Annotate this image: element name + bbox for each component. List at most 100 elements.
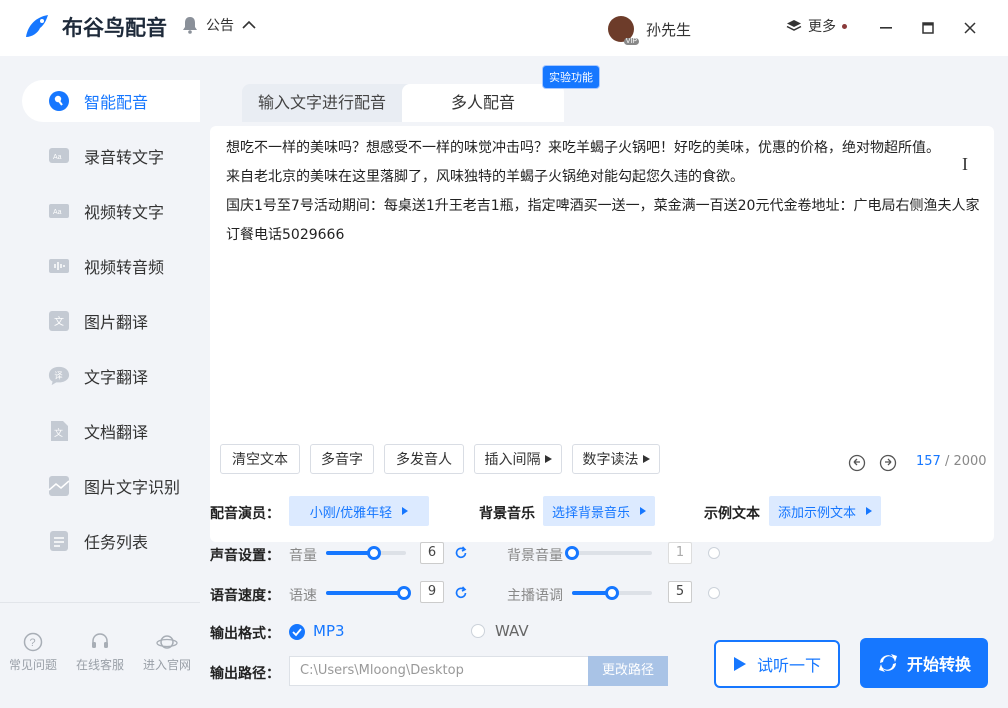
editor-line: 订餐电话5029666: [226, 227, 345, 243]
multi-speaker-label: 多发音人: [396, 452, 452, 468]
insert-pause-label: 插入间隔: [484, 452, 541, 468]
tone-label: 主播语调: [507, 588, 563, 604]
sidebar-item-video-to-text[interactable]: Aa 视频转文字: [22, 190, 200, 232]
sidebar-item-label: 智能配音: [84, 93, 149, 112]
faq-link[interactable]: ? 常见问题: [3, 632, 63, 673]
output-path-input[interactable]: C:\Users\Mloong\Desktop: [289, 656, 589, 686]
text-editor[interactable]: 想吃不一样的美味吗？想感受不一样的味觉冲击吗？来吃羊蝎子火锅吧！好吃的美味，优惠…: [210, 126, 994, 542]
tone-value[interactable]: 5: [668, 581, 692, 603]
app-logo-icon: [26, 15, 48, 37]
play-icon: [733, 657, 746, 671]
char-counter: 157 / 2000: [916, 454, 987, 469]
sidebar-item-image-translate[interactable]: 文 图片翻译: [22, 300, 200, 342]
bg-volume-value[interactable]: 1: [668, 542, 692, 564]
image-translate-icon: 文: [48, 310, 70, 332]
char-count-current: 157: [916, 454, 941, 469]
close-button[interactable]: [956, 14, 984, 42]
volume-slider[interactable]: [326, 546, 406, 560]
bgm-select[interactable]: 选择背景音乐: [543, 496, 655, 526]
speed-slider-fill: [326, 591, 404, 595]
text-cursor-icon: I: [962, 154, 968, 174]
more-label: 更多: [808, 19, 836, 35]
sidebar-item-task-list[interactable]: 任务列表: [22, 520, 200, 562]
reset-volume-icon[interactable]: [454, 546, 468, 560]
sidebar-item-label: 图片翻译: [84, 313, 149, 332]
online-service-link[interactable]: 在线客服: [70, 632, 130, 673]
sidebar-item-doc-translate[interactable]: 文 文档翻译: [22, 410, 200, 452]
preview-listen-button[interactable]: 试听一下: [714, 640, 840, 688]
bg-volume-label: 背景音量: [507, 548, 563, 564]
caret-right-icon: [544, 455, 552, 463]
planet-icon: [156, 635, 178, 649]
bell-icon: [183, 17, 197, 34]
speed-value[interactable]: 9: [420, 581, 444, 603]
sidebar-item-label: 图片文字识别: [84, 478, 181, 497]
multi-speaker-button[interactable]: 多发音人: [384, 444, 464, 474]
sidebar-item-audio-to-text[interactable]: Aa 录音转文字: [22, 135, 200, 177]
chevron-up-icon: [242, 20, 256, 29]
redo-icon[interactable]: [879, 454, 897, 472]
question-icon: ?: [23, 632, 43, 652]
website-link[interactable]: 进入官网: [137, 632, 197, 673]
sidebar-item-label: 录音转文字: [84, 148, 165, 167]
example-text-select[interactable]: 添加示例文本: [769, 496, 881, 526]
mp3-radio[interactable]: [289, 624, 305, 640]
change-path-button[interactable]: 更改路径: [588, 656, 668, 686]
more-menu-button[interactable]: 更多: [786, 16, 847, 36]
speed-slider-knob[interactable]: [397, 586, 411, 600]
wav-radio[interactable]: [471, 624, 485, 638]
speech-speed-label: 语音速度：: [210, 588, 280, 604]
speed-slider[interactable]: [326, 586, 411, 600]
sidebar-item-text-translate[interactable]: 译 文字翻译: [22, 355, 200, 397]
maximize-button[interactable]: [914, 14, 942, 42]
faq-label: 常见问题: [8, 658, 57, 672]
number-read-button[interactable]: 数字读法: [572, 444, 660, 474]
caret-right-icon: [402, 507, 409, 515]
volume-slider-knob[interactable]: [367, 546, 381, 560]
tone-slider-knob[interactable]: [605, 586, 619, 600]
user-profile[interactable]: VIP 孙先生: [608, 16, 692, 45]
caret-right-icon: [866, 507, 872, 515]
sidebar-item-smart-dubbing[interactable]: 智能配音: [22, 80, 200, 122]
insert-pause-button[interactable]: 插入间隔: [474, 444, 562, 474]
svg-text:译: 译: [54, 372, 63, 381]
sidebar: 智能配音 Aa 录音转文字 Aa 视频转文字 视频转音频 文 图片翻译 译 文字…: [0, 56, 200, 708]
bg-volume-slider[interactable]: [565, 546, 652, 560]
undo-icon[interactable]: [848, 454, 866, 472]
editor-line: 想吃不一样的美味吗？想感受不一样的味觉冲击吗？来吃羊蝎子火锅吧！好吃的美味，优惠…: [226, 140, 940, 156]
example-text-value: 添加示例文本: [777, 505, 856, 521]
reset-speed-icon[interactable]: [454, 586, 468, 600]
tab-text-dubbing[interactable]: 输入文字进行配音: [242, 84, 402, 122]
sidebar-item-image-ocr[interactable]: 图片文字识别: [22, 465, 200, 507]
start-convert-button[interactable]: 开始转换: [860, 638, 988, 688]
editor-content[interactable]: 想吃不一样的美味吗？想感受不一样的味觉冲击吗？来吃羊蝎子火锅吧！好吃的美味，优惠…: [226, 134, 982, 250]
sidebar-item-video-to-audio[interactable]: 视频转音频: [22, 245, 200, 287]
image-ocr-icon: [48, 475, 70, 497]
minimize-button[interactable]: [872, 14, 900, 42]
notice-button[interactable]: 公告: [182, 15, 256, 35]
volume-value[interactable]: 6: [420, 542, 444, 564]
wav-label[interactable]: WAV: [495, 622, 529, 640]
polyphone-button[interactable]: 多音字: [310, 444, 374, 474]
voice-actor-value: 小刚/优雅年轻: [309, 505, 393, 521]
bgm-label: 背景音乐: [479, 506, 535, 522]
bg-volume-reset[interactable]: [708, 547, 720, 559]
tone-slider[interactable]: [572, 586, 652, 600]
user-name: 孙先生: [646, 20, 692, 39]
mic-icon: [48, 90, 70, 112]
sidebar-item-label: 文字翻译: [84, 368, 149, 387]
mp3-label[interactable]: MP3: [313, 622, 345, 640]
editor-line: 国庆1号至7号活动期间：每桌送1升王老吉1瓶，指定啤酒买一送一，菜金满一百送20…: [226, 198, 980, 214]
bg-volume-slider-knob[interactable]: [565, 546, 579, 560]
tab-multi-speaker[interactable]: 多人配音: [402, 84, 564, 122]
clear-text-button[interactable]: 清空文本: [220, 444, 300, 474]
char-count-max: / 2000: [944, 454, 987, 469]
notice-label: 公告: [206, 18, 234, 34]
caret-right-icon: [640, 507, 646, 515]
online-service-label: 在线客服: [75, 658, 124, 672]
app-name: 布谷鸟配音: [62, 16, 167, 40]
avatar: VIP: [608, 16, 639, 45]
voice-actor-select[interactable]: 小刚/优雅年轻: [289, 496, 429, 526]
tone-reset[interactable]: [708, 587, 720, 599]
headset-icon: [92, 633, 108, 648]
